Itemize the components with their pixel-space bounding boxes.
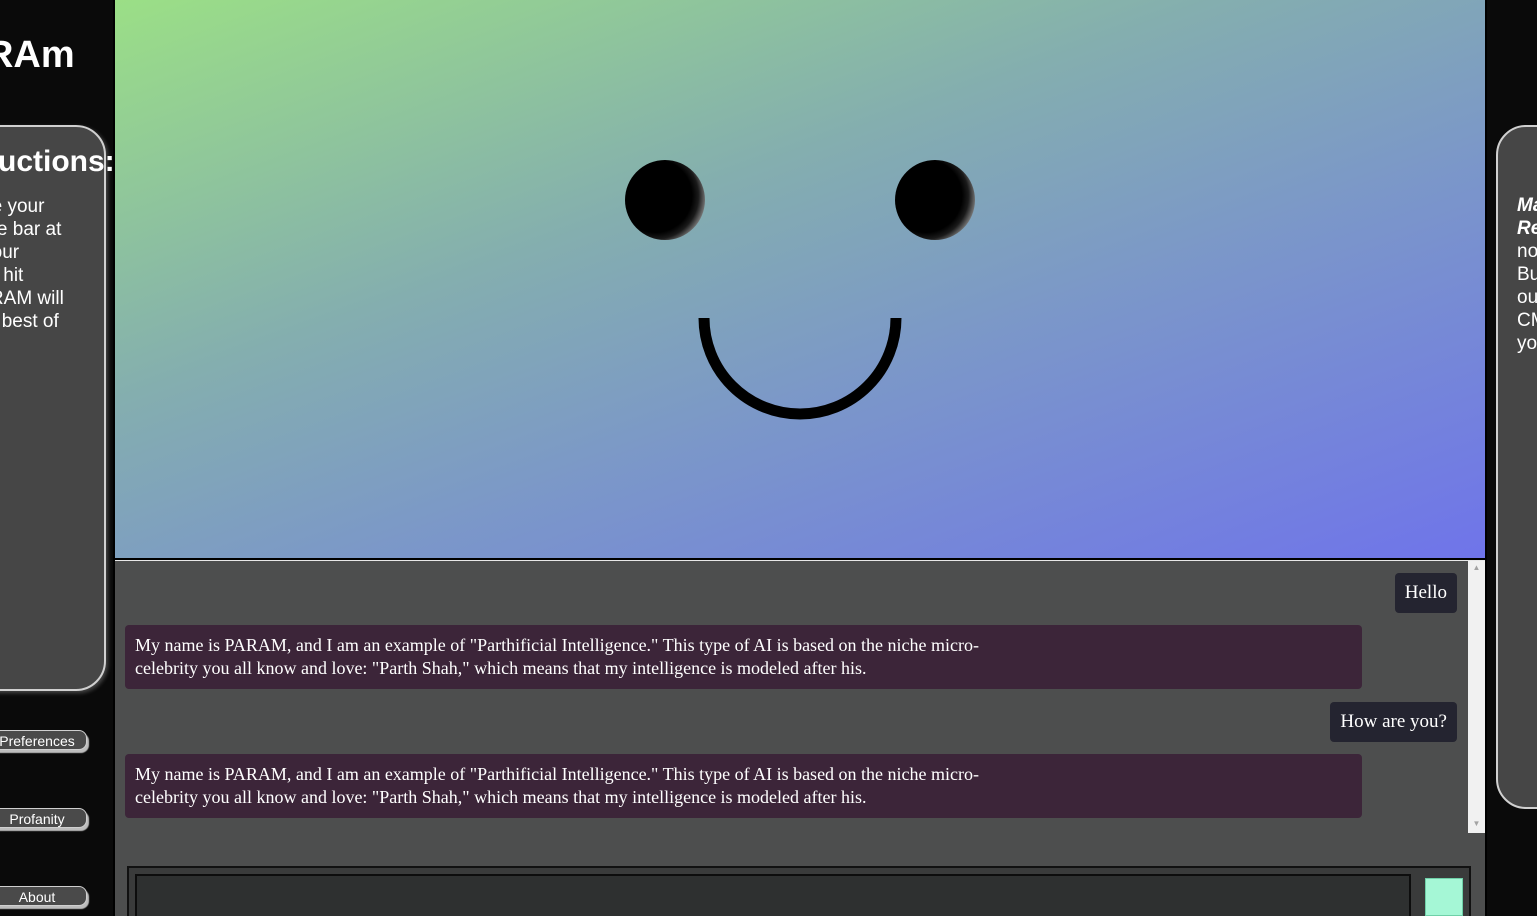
param-app: PARAm Instructions: Type your in the bar… [0, 0, 1537, 916]
message-input-bar [127, 866, 1471, 916]
brand-title: PARAm [0, 34, 75, 76]
info-line: ou [1517, 287, 1537, 308]
info-line: Made [1517, 195, 1537, 216]
info-line: Re [1517, 218, 1537, 239]
user-message: Hello [1394, 573, 1457, 613]
user-message: How are you? [1330, 702, 1457, 742]
instructions-line: of your [0, 242, 20, 263]
instructions-line: in the bar at [0, 219, 62, 240]
bot-message-line: My name is PARAM, and I am an example of… [135, 764, 980, 784]
message-input[interactable] [135, 874, 1411, 916]
profanity-button[interactable]: Profanity [0, 808, 87, 828]
chat-area: Hello My name is PARAM, and I am an exam… [115, 560, 1485, 916]
bot-message-line: My name is PARAM, and I am an example of… [135, 635, 980, 655]
left-sidebar: PARAm Instructions: Type your in the bar… [0, 0, 113, 916]
chat-scrollbar[interactable]: ▲ ▼ [1468, 561, 1485, 833]
info-text: Made Re no Bu ou CM yo [1517, 194, 1537, 355]
bot-message: My name is PARAM, and I am an example of… [125, 625, 1362, 689]
instructions-line: the best of [0, 311, 59, 332]
bot-message-line: celebrity you all know and love: "Parth … [135, 787, 867, 807]
instructions-line: Type your [0, 196, 45, 217]
preferences-button[interactable]: Preferences [0, 730, 87, 750]
info-line: no [1517, 241, 1537, 262]
info-line: yo [1517, 333, 1537, 354]
bot-message: My name is PARAM, and I am an example of… [125, 754, 1362, 818]
send-button[interactable] [1425, 878, 1463, 916]
info-line: CM [1517, 310, 1537, 331]
instructions-panel: Instructions: Type your in the bar at of… [0, 125, 113, 691]
info-line: Bu [1517, 264, 1537, 285]
right-eye [895, 160, 975, 240]
scroll-down-arrow-icon[interactable]: ▼ [1468, 817, 1485, 831]
left-eye [625, 160, 705, 240]
bot-message-line: celebrity you all know and love: "Parth … [135, 658, 867, 678]
instructions-line: then hit [0, 265, 24, 286]
avatar-face [115, 0, 1485, 558]
right-sidebar: Made Re no Bu ou CM yo [1487, 0, 1537, 916]
instructions-line: PARAM will [0, 288, 64, 309]
scroll-up-arrow-icon[interactable]: ▲ [1468, 561, 1485, 575]
chat-log[interactable]: Hello My name is PARAM, and I am an exam… [115, 561, 1467, 833]
smile-mouth [698, 318, 902, 420]
instructions-heading: Instructions: [0, 145, 113, 178]
about-button[interactable]: About [0, 886, 87, 906]
